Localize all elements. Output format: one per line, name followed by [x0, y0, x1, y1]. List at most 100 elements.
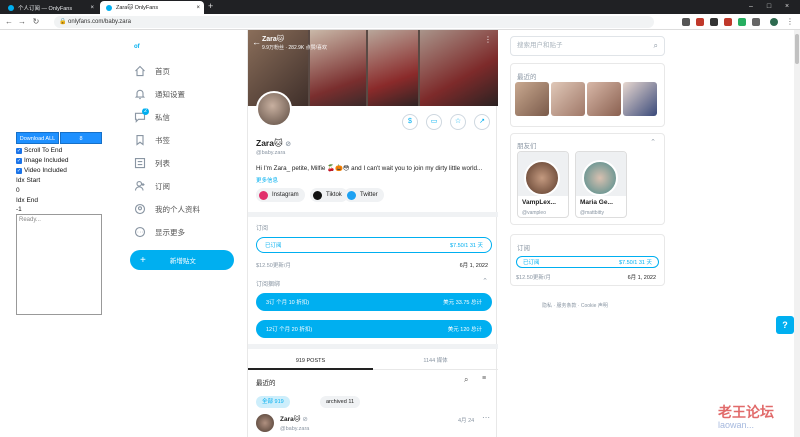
divider	[248, 212, 498, 217]
instagram-link[interactable]: Instagram	[256, 188, 305, 202]
nav-item-bookmarks[interactable]: 书签	[134, 133, 170, 147]
more-options-icon[interactable]: ⋮	[484, 35, 492, 44]
browser-menu-icon[interactable]: ⋮	[784, 16, 796, 28]
renewal-note: $12.50更新/月	[516, 275, 551, 281]
new-tab-icon[interactable]: +	[208, 1, 213, 11]
cover-stats: 9.9万粉丝 · 282.9K 点赞/喜欢	[262, 45, 328, 51]
recent-thumbnail[interactable]	[623, 82, 657, 116]
nav-item-notifications[interactable]: 通知设置	[134, 87, 185, 101]
onlyfans-logo[interactable]: of	[134, 44, 140, 50]
download-all-button[interactable]: Download ALL	[16, 132, 59, 144]
recent-thumbnail[interactable]	[551, 82, 585, 116]
more-icon	[134, 226, 146, 238]
chat-icon: ▭	[430, 118, 438, 125]
close-tab-icon[interactable]: ×	[90, 5, 94, 11]
tab-posts[interactable]: 919 POSTS	[248, 352, 373, 370]
filter-chip-archived[interactable]: archived 11	[320, 396, 361, 408]
puzzle-icon[interactable]	[752, 18, 760, 26]
tiktok-link[interactable]: Tiktok	[310, 188, 348, 202]
favorite-button[interactable]: ☆	[450, 114, 466, 130]
subscribed-button[interactable]: 已订阅 $7.50/1 31 天	[516, 256, 659, 268]
post-author-name: Zara🐱 ⊘	[280, 416, 308, 423]
nav-item-lists[interactable]: 列表	[134, 156, 170, 170]
forward-icon[interactable]: →	[16, 16, 28, 28]
plus-icon: +	[140, 254, 146, 266]
search-input[interactable]: 搜索用户和贴子 ⌕	[510, 36, 665, 56]
bundle-12-months-button[interactable]: 12订 个月 20 折扣) 美元 120 总计	[256, 320, 492, 338]
nav-item-home[interactable]: 首页	[134, 64, 170, 78]
idx-end-input[interactable]: -1	[16, 206, 22, 213]
help-button[interactable]: ?	[776, 316, 794, 334]
minimize-icon[interactable]: –	[744, 1, 758, 13]
onlyfans-favicon	[106, 4, 112, 11]
extension-icon[interactable]	[696, 18, 704, 26]
filter-chip-all[interactable]: 全部 919	[256, 396, 290, 408]
chevron-up-icon[interactable]: ⌃	[650, 138, 656, 146]
post-avatar[interactable]	[256, 414, 274, 432]
nav-item-subscriptions[interactable]: 订阅	[134, 179, 170, 193]
maximize-icon[interactable]: □	[762, 1, 776, 13]
download-count-button[interactable]: 8	[60, 132, 102, 144]
cover-photo	[368, 30, 418, 106]
tip-button[interactable]: $	[402, 114, 418, 130]
checkbox-checked-icon: ✓	[16, 147, 22, 154]
scrollbar-thumb[interactable]	[795, 34, 799, 64]
nav-item-more[interactable]: 显示更多	[134, 225, 185, 239]
onlyfans-favicon	[8, 4, 14, 11]
extension-icon[interactable]	[724, 18, 732, 26]
back-icon[interactable]: ←	[3, 16, 15, 28]
cover-name: Zara🐱	[262, 36, 285, 43]
browser-tab-zara[interactable]: Zara🐱 OnlyFans ×	[100, 1, 204, 14]
chevron-up-icon[interactable]: ⌃	[482, 277, 488, 285]
scroll-to-end-checkbox[interactable]: ✓ Scroll To End	[16, 147, 62, 154]
idx-start-input[interactable]: 0	[16, 187, 20, 194]
footer-links[interactable]: 隐私 · 服务条款 · Cookie 声明	[542, 302, 608, 309]
extension-icon[interactable]	[682, 18, 690, 26]
page-scrollbar[interactable]	[794, 30, 800, 437]
bundle-3-months-button[interactable]: 3订 个月 10 折扣) 美元 33.75 总计	[256, 293, 492, 311]
profile-avatar[interactable]	[256, 91, 292, 127]
friend-card-vamplex[interactable]: VampLex... @vampleo	[517, 151, 569, 218]
close-tab-icon[interactable]: ×	[196, 5, 200, 11]
tab-media[interactable]: 1144 媒体	[373, 352, 498, 370]
nav-item-my-profile[interactable]: 我的个人资料	[134, 202, 200, 216]
twitter-link[interactable]: Twitter	[344, 188, 384, 202]
search-icon[interactable]: ⌕	[654, 37, 658, 55]
right-subscription-card: 订阅 已订阅 $7.50/1 31 天 $12.50更新/月 6月 1, 202…	[510, 234, 665, 286]
checkbox-checked-icon: ✓	[16, 167, 22, 174]
recent-label: 最近的	[256, 380, 276, 387]
more-info-link[interactable]: 更多信息	[256, 176, 278, 184]
post-more-icon[interactable]: ⋯	[482, 413, 490, 422]
subscribed-button[interactable]: 已订阅 $7.50/1 31 天	[256, 237, 492, 253]
subscription-title: 订阅	[517, 245, 530, 252]
extension-icon[interactable]	[710, 18, 718, 26]
profile-avatar-icon[interactable]	[770, 18, 778, 26]
extension-icon[interactable]	[738, 18, 746, 26]
instagram-icon	[259, 190, 268, 200]
close-window-icon[interactable]: ×	[780, 1, 794, 13]
share-icon: ↗	[479, 118, 485, 125]
search-icon[interactable]: ⌕	[464, 375, 468, 385]
log-textarea[interactable]: Ready...	[16, 214, 102, 315]
lock-icon: 🔒	[59, 19, 67, 25]
friend-avatar	[582, 160, 618, 196]
subscriptions-icon	[134, 180, 145, 191]
browser-tab-subscriptions[interactable]: 个人订阅 — OnlyFans ×	[2, 1, 98, 14]
back-arrow-icon[interactable]: ←	[252, 37, 261, 47]
image-included-checkbox[interactable]: ✓ Image Included	[16, 157, 68, 164]
post-author-handle: @baby.zara	[280, 426, 310, 432]
url-input[interactable]: 🔒 onlyfans.com/baby.zara	[54, 16, 654, 28]
address-bar-row: ← → ↻ 🔒 onlyfans.com/baby.zara ⋮	[0, 14, 800, 30]
sort-icon[interactable]: ≡	[482, 375, 486, 382]
watermark-subtext: laowan...	[718, 420, 755, 430]
nav-item-messages[interactable]: 私信 2	[134, 108, 170, 124]
recent-title: 最近的	[517, 74, 537, 81]
reload-icon[interactable]: ↻	[30, 16, 42, 28]
share-button[interactable]: ↗	[474, 114, 490, 130]
video-included-checkbox[interactable]: ✓ Video Included	[16, 167, 67, 174]
message-button[interactable]: ▭	[426, 114, 442, 130]
friend-card-maria[interactable]: Maria Ge... @mattbitty	[575, 151, 627, 218]
recent-thumbnail[interactable]	[587, 82, 621, 116]
recent-thumbnail[interactable]	[515, 82, 549, 116]
new-post-button[interactable]: + 新增贴文	[130, 250, 234, 270]
